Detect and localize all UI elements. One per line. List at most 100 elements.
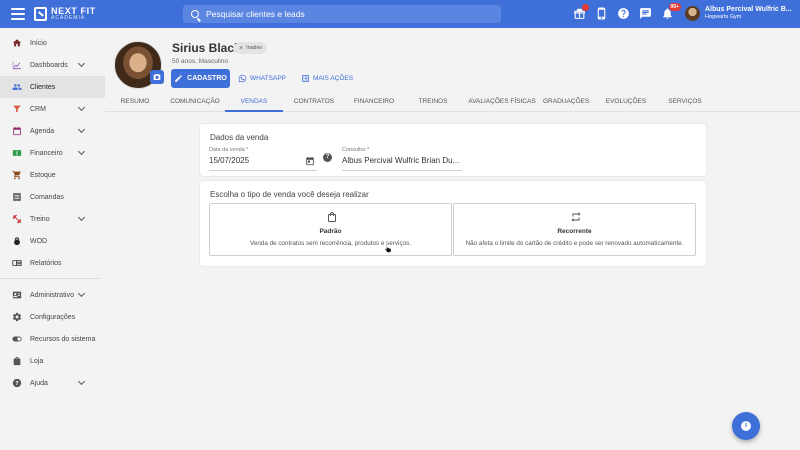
close-icon: × xyxy=(239,44,244,52)
admin-icon xyxy=(12,290,22,300)
chat-icon[interactable] xyxy=(638,7,652,21)
support-fab-button[interactable]: i xyxy=(732,412,760,440)
notifications-badge: 99+ xyxy=(668,3,681,11)
shop-icon xyxy=(12,356,22,366)
logo-sub-text: ACADEMIA xyxy=(51,15,86,21)
chevron-down-icon xyxy=(77,125,86,134)
tab-comunicacao[interactable]: COMUNICAÇÃO xyxy=(165,92,225,112)
receipt-icon xyxy=(12,192,22,202)
tab-graduacoes[interactable]: GRADUAÇÕES xyxy=(543,92,589,112)
sidebar-item-recursos[interactable]: Recursos do sistema xyxy=(0,328,105,350)
tab-financeiro[interactable]: FINANCEIRO xyxy=(345,92,403,112)
app-logo[interactable]: NEXT FIT ACADEMIA xyxy=(34,7,96,21)
sidebar-item-label: Financeiro xyxy=(30,149,63,157)
edit-icon xyxy=(175,75,183,82)
tab-resumo[interactable]: RESUMO xyxy=(105,92,165,112)
cart-icon xyxy=(12,170,22,180)
whatsapp-icon xyxy=(238,74,247,83)
mais-acoes-label: MAIS AÇÕES xyxy=(313,75,354,82)
sale-type-padrao[interactable]: Padrão Venda de contratos sem recorrênci… xyxy=(209,203,452,256)
list-icon xyxy=(302,75,309,82)
kettlebell-icon xyxy=(12,236,22,246)
sidebar-item-configuracoes[interactable]: Configurações xyxy=(0,306,105,328)
user-name: Albus Percival Wulfric B... xyxy=(705,6,792,13)
phone-icon[interactable] xyxy=(594,7,608,21)
bell-icon[interactable]: 99+ xyxy=(660,3,681,21)
tab-evolucoes[interactable]: EVOLUÇÕES xyxy=(597,92,655,112)
sidebar-item-comandas[interactable]: Comandas xyxy=(0,186,105,208)
client-info: 50 anos, Masculino xyxy=(172,58,229,65)
sidebar-item-label: Relatórios xyxy=(30,259,62,267)
svg-text:$: $ xyxy=(16,151,19,156)
chevron-down-icon xyxy=(77,377,86,386)
chevron-down-icon xyxy=(77,147,86,156)
user-menu[interactable]: Albus Percival Wulfric B... Hogwarts Gym xyxy=(685,6,792,21)
sidebar-item-relatorios[interactable]: Relatórios xyxy=(0,252,105,274)
status-badge: × Inativo xyxy=(234,42,268,54)
sidebar-item-inicio[interactable]: Início xyxy=(0,32,105,54)
sidebar-item-loja[interactable]: Loja xyxy=(0,350,105,372)
sidebar-item-wod[interactable]: WOD xyxy=(0,230,105,252)
toggle-icon xyxy=(12,334,22,344)
option-description: Venda de contratos sem recorrência, prod… xyxy=(249,240,411,247)
chevron-down-icon xyxy=(77,213,86,222)
sidebar-item-clientes[interactable]: Clientes xyxy=(0,76,105,98)
sidebar-item-crm[interactable]: CRM xyxy=(0,98,105,120)
search-icon xyxy=(191,10,199,18)
tab-contratos[interactable]: CONTRATOS xyxy=(285,92,343,112)
user-avatar xyxy=(685,6,700,21)
menu-icon[interactable] xyxy=(11,8,25,20)
sidebar-divider xyxy=(0,278,100,279)
consultant-label: Consultor * xyxy=(342,147,370,153)
consultant-field[interactable]: Albus Percival Wulfric Brian Du... xyxy=(342,156,459,165)
cadastro-label: CADASTRO xyxy=(187,75,227,82)
shopping-bag-icon xyxy=(328,212,336,222)
chart-icon xyxy=(12,60,22,70)
repeat-icon xyxy=(571,212,581,222)
calendar-icon xyxy=(12,126,22,136)
cadastro-button[interactable]: CADASTRO xyxy=(171,69,230,88)
camera-icon[interactable] xyxy=(150,70,164,84)
sidebar-item-label: Clientes xyxy=(30,83,56,91)
sidebar-item-agenda[interactable]: Agenda xyxy=(0,120,105,142)
sidebar-item-estoque[interactable]: Estoque xyxy=(0,164,105,186)
sale-data-card: Dados da venda Data da venda * 15/07/202… xyxy=(200,124,706,176)
option-description: Não afeta o limite do cartão de crédito … xyxy=(465,240,684,247)
sidebar-item-label: Agenda xyxy=(30,127,55,135)
sidebar-item-label: Ajuda xyxy=(30,379,48,387)
report-icon xyxy=(12,258,22,268)
calendar-icon[interactable] xyxy=(305,156,315,166)
date-field[interactable]: 15/07/2025 xyxy=(209,156,249,165)
help-icon[interactable] xyxy=(616,7,630,21)
sale-type-recorrente[interactable]: Recorrente Não afeta o limite do cartão … xyxy=(453,203,696,256)
sidebar-item-dashboards[interactable]: Dashboards xyxy=(0,54,105,76)
sidebar-item-label: Comandas xyxy=(30,193,64,201)
svg-text:?: ? xyxy=(15,381,18,387)
sidebar-item-administrativo[interactable]: Administrativo xyxy=(0,284,105,306)
sidebar: Início Dashboards Clientes CRM Agenda $ … xyxy=(0,28,105,450)
whatsapp-button[interactable]: WHATSAPP xyxy=(238,72,286,85)
status-label: Inativo xyxy=(246,45,263,51)
hand-cursor-icon xyxy=(384,243,392,253)
option-title: Recorrente xyxy=(557,228,592,235)
chevron-down-icon xyxy=(77,59,86,68)
client-tabs: RESUMO COMUNICAÇÃO VENDAS CONTRATOS FINA… xyxy=(105,92,800,112)
tab-vendas[interactable]: VENDAS xyxy=(225,92,283,112)
search-input[interactable] xyxy=(206,9,486,19)
option-title: Padrão xyxy=(319,228,342,235)
sidebar-item-financeiro[interactable]: $ Financeiro xyxy=(0,142,105,164)
sidebar-item-label: Administrativo xyxy=(30,291,74,299)
sidebar-item-treino[interactable]: Treino xyxy=(0,208,105,230)
mais-acoes-button[interactable]: MAIS AÇÕES xyxy=(301,72,353,85)
sale-data-title: Dados da venda xyxy=(210,133,269,142)
tab-avaliacoes-fisicas[interactable]: AVALIAÇÕES FÍSICAS xyxy=(461,92,543,112)
help-icon[interactable]: ? xyxy=(323,153,332,162)
chevron-down-icon xyxy=(77,103,86,112)
gift-icon[interactable] xyxy=(572,4,589,21)
tab-servicos[interactable]: SERVIÇOS xyxy=(657,92,713,112)
sale-type-card: Escolha o tipo de venda você deseja real… xyxy=(200,181,706,266)
sidebar-item-ajuda[interactable]: ? Ajuda xyxy=(0,372,105,394)
date-field-underline xyxy=(209,170,317,171)
tab-treinos[interactable]: TREINOS xyxy=(405,92,461,112)
search-bar[interactable] xyxy=(183,5,501,23)
